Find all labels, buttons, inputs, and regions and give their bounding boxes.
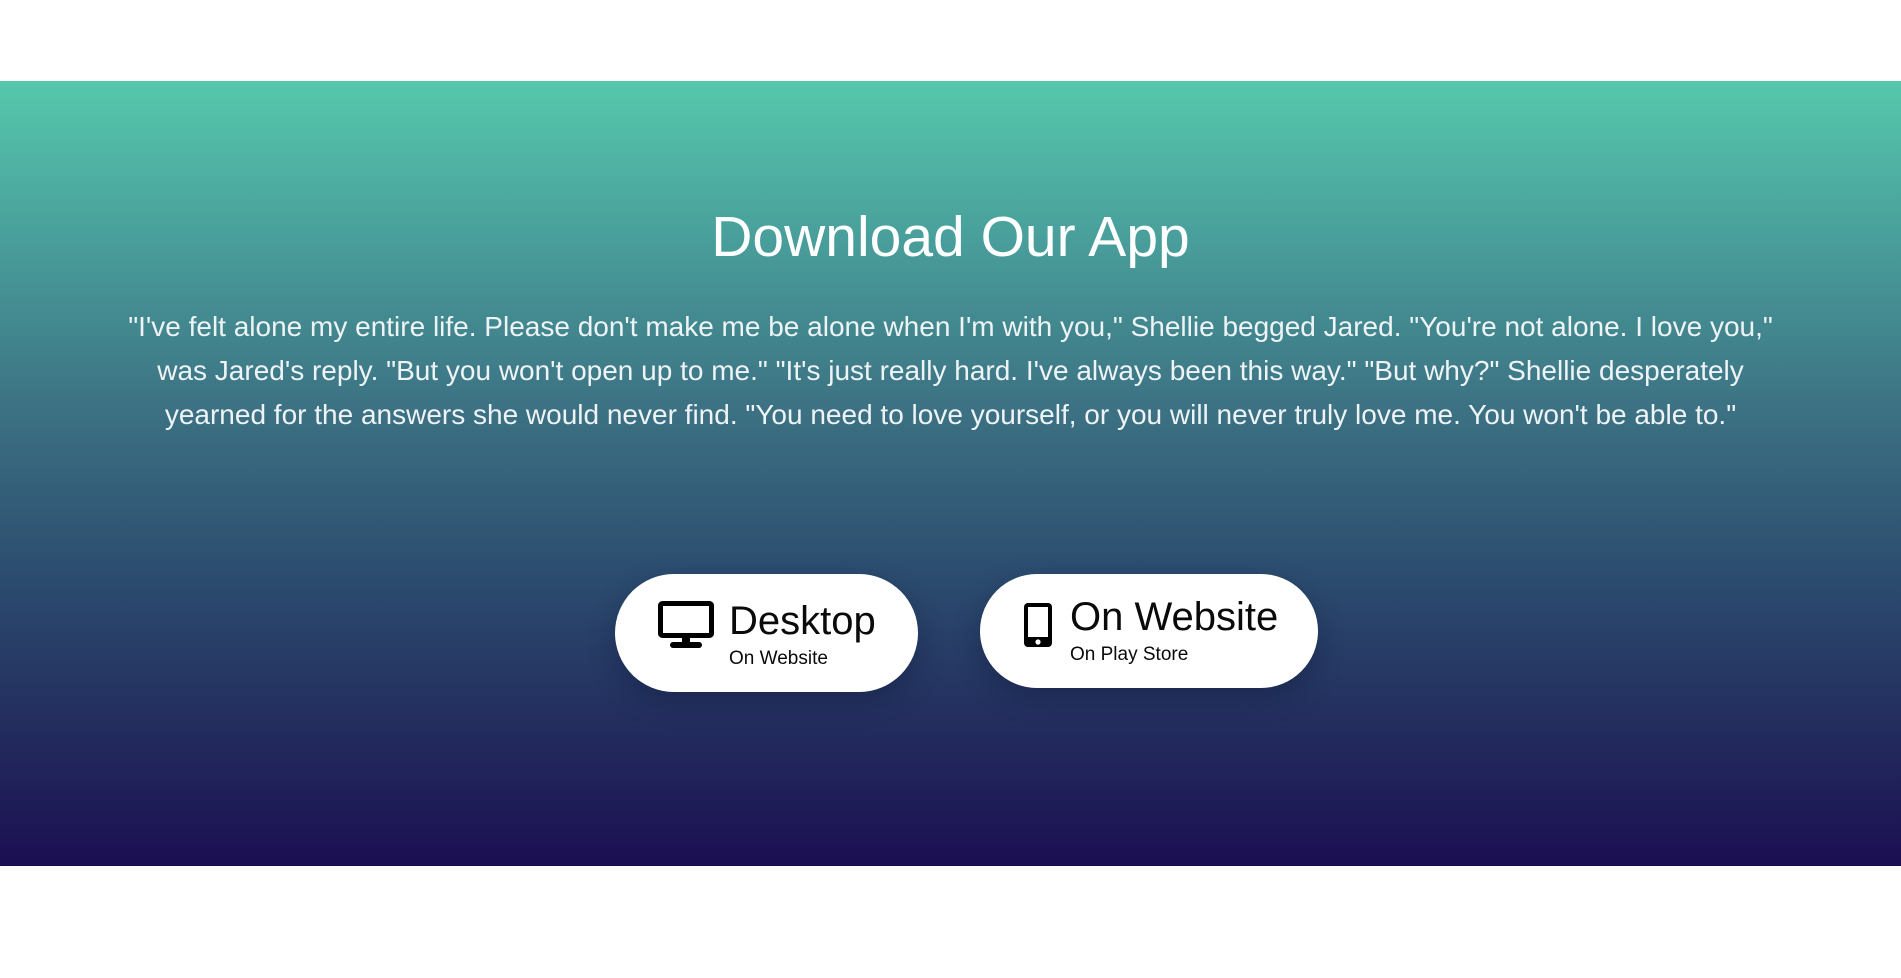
desktop-download-button[interactable]: Desktop On Website — [615, 574, 918, 692]
desktop-button-title: Desktop — [729, 599, 876, 643]
page: Download Our App "I've felt alone my ent… — [0, 0, 1901, 978]
mobile-button-subtitle: On Play Store — [1070, 644, 1189, 665]
mobile-phone-icon — [1022, 601, 1054, 654]
section-title: Download Our App — [711, 205, 1190, 269]
mobile-button-title: On Website — [1070, 595, 1279, 639]
desktop-button-subtitle: On Website — [729, 648, 828, 669]
mobile-download-button[interactable]: On Website On Play Store — [980, 574, 1318, 688]
desktop-monitor-icon — [658, 601, 714, 654]
section-description: "I've felt alone my entire life. Please … — [128, 311, 1773, 430]
download-app-section: Download Our App "I've felt alone my ent… — [0, 81, 1901, 866]
